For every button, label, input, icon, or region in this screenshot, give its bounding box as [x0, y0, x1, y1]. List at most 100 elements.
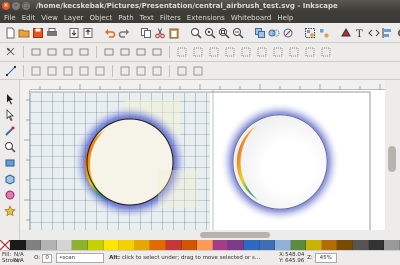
drawing-canvas[interactable]	[30, 90, 385, 230]
snap-intersection-icon[interactable]	[287, 45, 301, 59]
vertical-scroll-thumb[interactable]	[388, 146, 396, 172]
vertical-ruler[interactable]	[20, 90, 30, 230]
cut-button[interactable]	[154, 26, 166, 40]
palette-swatch[interactable]	[41, 240, 57, 250]
menu-object[interactable]: Object	[89, 14, 112, 22]
option-1-icon[interactable]	[29, 64, 43, 78]
palette-swatch[interactable]	[228, 240, 244, 250]
rotate-cw-icon[interactable]	[77, 45, 91, 59]
group-icon[interactable]	[304, 26, 316, 40]
copy-button[interactable]	[140, 26, 152, 40]
open-file-button[interactable]	[18, 26, 30, 40]
xml-editor-icon[interactable]	[368, 26, 380, 40]
no-paint-swatch[interactable]	[0, 239, 11, 251]
menu-file[interactable]: File	[4, 14, 16, 22]
menu-layer[interactable]: Layer	[64, 14, 84, 22]
menu-whiteboard[interactable]: Whiteboard	[231, 14, 272, 22]
node-tool-icon[interactable]	[3, 108, 17, 122]
stroke-value[interactable]: N/A	[14, 258, 28, 264]
zoom-drawing-icon[interactable]	[204, 26, 216, 40]
lower-icon[interactable]	[134, 45, 148, 59]
opacity-field[interactable]: 0	[42, 253, 53, 263]
option-3-icon[interactable]	[61, 64, 75, 78]
palette-swatch[interactable]	[368, 240, 385, 250]
palette-swatch[interactable]	[181, 240, 198, 250]
palette-swatch[interactable]	[259, 240, 276, 250]
maximize-window-button[interactable]: □	[22, 2, 30, 10]
lower-to-bottom-icon[interactable]	[150, 45, 164, 59]
palette-swatch[interactable]	[150, 240, 166, 250]
save-file-button[interactable]	[32, 26, 44, 40]
palette-swatch[interactable]	[10, 240, 26, 250]
option-10-icon[interactable]	[191, 64, 205, 78]
snap-bbox-icon[interactable]	[175, 45, 189, 59]
option-5-icon[interactable]	[93, 64, 107, 78]
snap-center-icon[interactable]	[255, 45, 269, 59]
raise-icon[interactable]	[118, 45, 132, 59]
node-tool-option-icon[interactable]	[4, 64, 18, 78]
horizontal-ruler[interactable]	[30, 80, 385, 90]
palette-swatch[interactable]	[243, 240, 260, 250]
select-all-icon[interactable]	[4, 45, 18, 59]
palette-swatch[interactable]	[306, 240, 322, 250]
palette-swatch[interactable]	[197, 240, 213, 250]
palette-swatch[interactable]	[87, 240, 104, 250]
snap-guides-icon[interactable]	[207, 45, 221, 59]
ellipse-tool-icon[interactable]	[3, 188, 17, 202]
menu-filters[interactable]: Filters	[160, 14, 181, 22]
raise-to-top-icon[interactable]	[102, 45, 116, 59]
fill-stroke-icon[interactable]	[340, 26, 352, 40]
star-tool-icon[interactable]	[3, 204, 17, 218]
option-8-icon[interactable]	[150, 64, 164, 78]
zoom-page-icon[interactable]	[218, 26, 230, 40]
menu-extensions[interactable]: Extensions	[187, 14, 225, 22]
tweak-tool-icon[interactable]	[3, 124, 17, 138]
ungroup-icon[interactable]	[318, 26, 330, 40]
palette-swatch[interactable]	[321, 240, 338, 250]
option-6-icon[interactable]	[118, 64, 132, 78]
palette-swatch[interactable]	[212, 240, 229, 250]
rectangle-tool-icon[interactable]	[3, 156, 17, 170]
option-4-icon[interactable]	[77, 64, 91, 78]
paste-button[interactable]	[168, 26, 180, 40]
box3d-tool-icon[interactable]	[3, 172, 17, 186]
menu-help[interactable]: Help	[277, 14, 293, 22]
palette-swatch[interactable]	[119, 240, 135, 250]
palette-swatch[interactable]	[384, 240, 400, 250]
snap-toggle-icon[interactable]	[319, 45, 333, 59]
zoom-field[interactable]: 45%	[314, 253, 337, 263]
menu-view[interactable]: View	[41, 14, 58, 22]
undo-button[interactable]	[104, 26, 116, 40]
palette-swatch[interactable]	[134, 240, 151, 250]
new-document-button[interactable]	[4, 26, 16, 40]
layer-selector[interactable]: •scan	[56, 253, 105, 263]
text-font-icon[interactable]: T	[354, 26, 366, 40]
option-7-icon[interactable]	[134, 64, 148, 78]
zoom-width-icon[interactable]	[232, 26, 244, 40]
snap-path-icon[interactable]	[303, 45, 317, 59]
zoom-selection-icon[interactable]	[190, 26, 202, 40]
snap-nodes-icon[interactable]	[191, 45, 205, 59]
flip-horizontal-icon[interactable]	[29, 45, 43, 59]
unlink-clone-icon[interactable]	[282, 26, 294, 40]
horizontal-scroll-thumb[interactable]	[200, 232, 270, 238]
palette-swatch[interactable]	[290, 240, 307, 250]
export-button[interactable]	[82, 26, 94, 40]
minimize-window-button[interactable]: –	[12, 2, 20, 10]
palette-swatch[interactable]	[165, 240, 182, 250]
print-button[interactable]	[46, 26, 58, 40]
snap-page-icon[interactable]	[239, 45, 253, 59]
flip-vertical-icon[interactable]	[45, 45, 59, 59]
snap-grid-icon[interactable]	[223, 45, 237, 59]
palette-swatch[interactable]	[72, 240, 88, 250]
palette-swatch[interactable]	[337, 240, 354, 250]
palette-swatch[interactable]	[25, 240, 42, 250]
selector-tool-icon[interactable]	[3, 92, 17, 106]
palette-swatch[interactable]	[103, 240, 120, 250]
palette-swatch[interactable]	[56, 240, 73, 250]
palette-swatch[interactable]	[275, 240, 291, 250]
menu-edit[interactable]: Edit	[22, 14, 36, 22]
close-window-button[interactable]: ×	[2, 2, 10, 10]
zoom-tool-icon[interactable]	[3, 140, 17, 154]
palette-swatch[interactable]	[353, 240, 369, 250]
